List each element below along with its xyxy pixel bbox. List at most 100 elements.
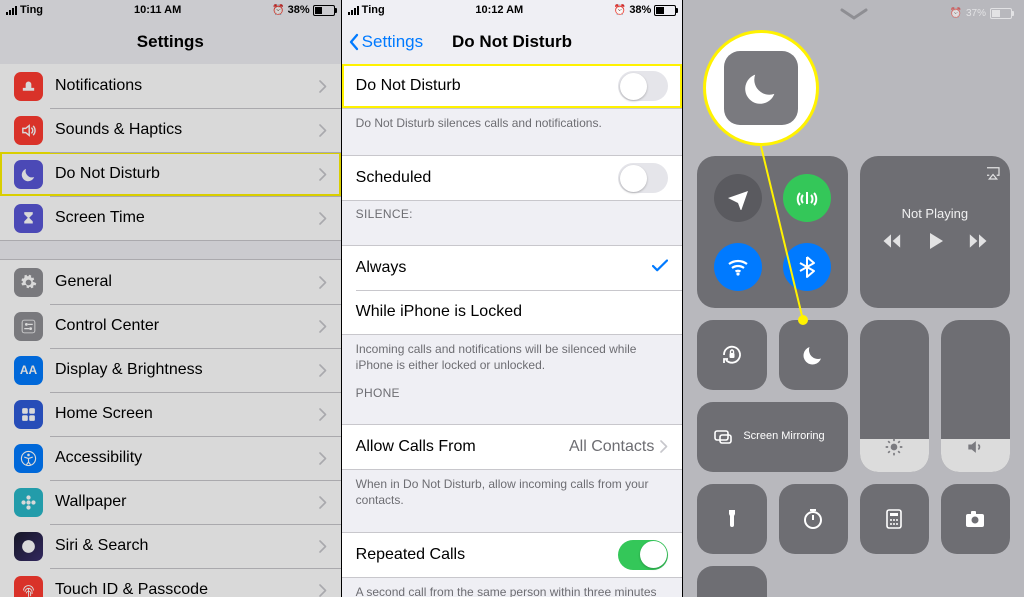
timer-button[interactable] bbox=[779, 484, 848, 554]
chevron-right-icon bbox=[319, 496, 327, 509]
connectivity-tile[interactable] bbox=[697, 156, 847, 308]
settings-list[interactable]: Notifications Sounds & Haptics Do Not Di… bbox=[0, 64, 341, 597]
row-label: Do Not Disturb bbox=[356, 77, 619, 95]
screen-mirroring-button[interactable]: Screen Mirroring bbox=[697, 402, 847, 472]
chevron-right-icon bbox=[660, 440, 668, 453]
dnd-button[interactable] bbox=[779, 320, 848, 390]
screen-mirroring-label: Screen Mirroring bbox=[743, 430, 824, 443]
carrier-label: Ting bbox=[362, 4, 385, 16]
siri-icon bbox=[14, 532, 43, 561]
repeated-footer: A second call from the same person withi… bbox=[342, 578, 683, 597]
row-sounds-haptics[interactable]: Sounds & Haptics bbox=[0, 108, 341, 152]
page-title: Settings bbox=[137, 32, 204, 52]
media-tile[interactable]: Not Playing bbox=[860, 156, 1010, 308]
scheduled-switch[interactable] bbox=[618, 163, 668, 193]
row-dnd-toggle[interactable]: Do Not Disturb bbox=[342, 64, 683, 108]
callout-dnd-tile bbox=[703, 30, 819, 146]
row-silence-always[interactable]: Always bbox=[342, 246, 683, 290]
row-control-center[interactable]: Control Center bbox=[0, 304, 341, 348]
chevron-right-icon bbox=[319, 168, 327, 181]
next-track-button[interactable] bbox=[969, 231, 989, 256]
wifi-button[interactable] bbox=[714, 243, 762, 291]
gear-icon bbox=[14, 268, 43, 297]
cc-status: ⏰ 37% bbox=[950, 8, 1012, 19]
panel-control-center: ⏰ 37% Not Playing bbox=[683, 0, 1024, 597]
cellular-data-button[interactable] bbox=[783, 174, 831, 222]
mirror-icon bbox=[711, 425, 735, 449]
row-label: Sounds & Haptics bbox=[55, 121, 319, 139]
allow-footer: When in Do Not Disturb, allow incoming c… bbox=[342, 470, 683, 514]
prev-track-button[interactable] bbox=[881, 231, 901, 256]
alarm-icon: ⏰ bbox=[272, 5, 284, 16]
chevron-right-icon bbox=[319, 212, 327, 225]
sounds-icon bbox=[14, 116, 43, 145]
grabber-icon[interactable] bbox=[840, 8, 868, 20]
chevron-right-icon bbox=[319, 452, 327, 465]
clock-label: 10:11 AM bbox=[134, 4, 181, 16]
volume-icon bbox=[965, 437, 985, 462]
back-label: Settings bbox=[362, 32, 423, 52]
row-wallpaper[interactable]: Wallpaper bbox=[0, 480, 341, 524]
row-notifications[interactable]: Notifications bbox=[0, 64, 341, 108]
row-label: Screen Time bbox=[55, 209, 319, 227]
repeated-switch[interactable] bbox=[618, 540, 668, 570]
row-general[interactable]: General bbox=[0, 260, 341, 304]
phone-header: PHONE bbox=[342, 380, 683, 406]
chevron-right-icon bbox=[319, 276, 327, 289]
row-label: Always bbox=[356, 259, 653, 277]
battery-pct: 38% bbox=[629, 4, 651, 16]
page-title: Do Not Disturb bbox=[452, 32, 572, 52]
row-label: Scheduled bbox=[356, 169, 619, 187]
row-repeated-calls[interactable]: Repeated Calls bbox=[342, 533, 683, 577]
airplay-icon[interactable] bbox=[984, 164, 1002, 187]
row-screen-time[interactable]: Screen Time bbox=[0, 196, 341, 240]
row-label: Display & Brightness bbox=[55, 361, 319, 379]
status-bar: Ting 10:11 AM ⏰ 38% bbox=[0, 0, 341, 20]
row-home-screen[interactable]: Home Screen bbox=[0, 392, 341, 436]
airplane-mode-button[interactable] bbox=[714, 174, 762, 222]
chevron-right-icon bbox=[319, 540, 327, 553]
battery-icon bbox=[313, 5, 335, 16]
chevron-right-icon bbox=[319, 364, 327, 377]
battery-pct: 37% bbox=[966, 8, 986, 19]
row-silence-locked[interactable]: While iPhone is Locked bbox=[342, 290, 683, 334]
flower-icon bbox=[14, 488, 43, 517]
nav-bar: Settings Do Not Disturb bbox=[342, 20, 683, 65]
checkmark-icon bbox=[652, 259, 668, 277]
row-scheduled[interactable]: Scheduled bbox=[342, 156, 683, 200]
back-button[interactable]: Settings bbox=[348, 20, 423, 64]
play-button[interactable] bbox=[923, 229, 947, 258]
sliders-icon bbox=[14, 312, 43, 341]
row-label: Touch ID & Passcode bbox=[55, 581, 319, 597]
bluetooth-button[interactable] bbox=[783, 243, 831, 291]
chevron-left-icon bbox=[348, 33, 360, 51]
orientation-lock-button[interactable] bbox=[697, 320, 766, 390]
row-accessibility[interactable]: Accessibility bbox=[0, 436, 341, 480]
dnd-footer: Do Not Disturb silences calls and notifi… bbox=[342, 109, 683, 137]
dnd-switch[interactable] bbox=[618, 71, 668, 101]
panel-settings-root: Ting 10:11 AM ⏰ 38% Settings Notificatio… bbox=[0, 0, 341, 597]
volume-slider[interactable] bbox=[941, 320, 1010, 472]
hourglass-icon bbox=[14, 204, 43, 233]
row-touchid-passcode[interactable]: Touch ID & Passcode bbox=[0, 568, 341, 597]
row-value: All Contacts bbox=[569, 438, 654, 456]
battery-icon bbox=[990, 8, 1012, 19]
row-siri-search[interactable]: Siri & Search bbox=[0, 524, 341, 568]
flashlight-button[interactable] bbox=[697, 484, 766, 554]
row-display-brightness[interactable]: AA Display & Brightness bbox=[0, 348, 341, 392]
row-label: Repeated Calls bbox=[356, 546, 619, 564]
calculator-button[interactable] bbox=[860, 484, 929, 554]
moon-icon bbox=[14, 160, 43, 189]
bedtime-button[interactable] bbox=[697, 566, 766, 597]
dnd-list[interactable]: Do Not Disturb Do Not Disturb silences c… bbox=[342, 64, 683, 597]
status-bar: Ting 10:12 AM ⏰ 38% bbox=[342, 0, 683, 20]
signal-icon bbox=[348, 6, 359, 15]
camera-button[interactable] bbox=[941, 484, 1010, 554]
row-label: Allow Calls From bbox=[356, 438, 569, 456]
row-allow-calls-from[interactable]: Allow Calls From All Contacts bbox=[342, 425, 683, 469]
silence-footer: Incoming calls and notifications will be… bbox=[342, 335, 683, 379]
notifications-icon bbox=[14, 72, 43, 101]
brightness-slider[interactable] bbox=[860, 320, 929, 472]
silence-header: SILENCE: bbox=[342, 201, 683, 227]
row-do-not-disturb[interactable]: Do Not Disturb bbox=[0, 152, 341, 196]
